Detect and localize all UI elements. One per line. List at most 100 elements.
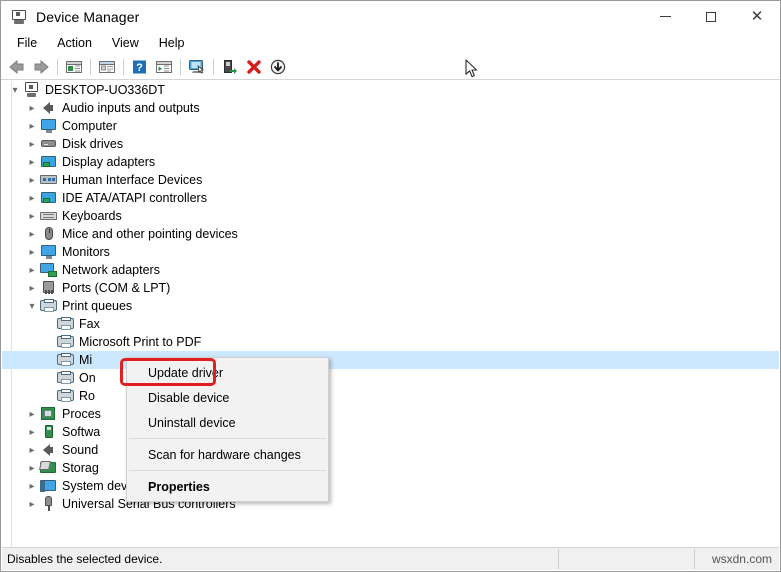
- minimize-icon: [659, 16, 671, 17]
- chevron-right-icon[interactable]: ▸: [24, 193, 40, 204]
- device-tree[interactable]: ▾ DESKTOP-UO336DT ▸ Audio inputs and out…: [2, 81, 779, 547]
- tree-item-selected-printer[interactable]: Mi: [2, 351, 779, 369]
- device-manager-icon: [10, 8, 28, 26]
- printer-icon: [57, 370, 75, 386]
- tree-item-ports-com-and-lpt[interactable]: ▸ Ports (COM & LPT): [2, 279, 779, 297]
- chevron-right-icon[interactable]: ▸: [24, 409, 40, 420]
- tree-item-system-devices[interactable]: ▸ System devices: [2, 477, 779, 495]
- context-menu-item-properties[interactable]: Properties: [127, 474, 328, 499]
- close-button[interactable]: ✕: [734, 1, 780, 32]
- menu-help[interactable]: Help: [149, 33, 195, 53]
- chevron-right-icon[interactable]: ▸: [24, 229, 40, 240]
- system-device-icon: [40, 478, 58, 494]
- tree-item-storage-controllers[interactable]: ▸ Storag: [2, 459, 779, 477]
- status-message: Disables the selected device.: [7, 552, 163, 566]
- context-menu-item-disable-device[interactable]: Disable device: [127, 385, 328, 410]
- tree-item-printer-on[interactable]: On: [2, 369, 779, 387]
- tree-item-label: Storag: [62, 461, 99, 475]
- chevron-down-icon[interactable]: ▾: [24, 301, 40, 312]
- toolbar-separator: [180, 58, 181, 75]
- tree-item-label: Sound: [62, 443, 99, 457]
- tree-item-label: Mice and other pointing devices: [62, 227, 238, 241]
- port-icon: [40, 280, 58, 296]
- tree-item-label: Softwa: [62, 425, 101, 439]
- chevron-down-icon[interactable]: ▾: [7, 85, 23, 96]
- tree-item-computer[interactable]: ▸ Computer: [2, 117, 779, 135]
- printer-icon: [57, 388, 75, 404]
- tree-item-audio-inputs-and-outputs[interactable]: ▸ Audio inputs and outputs: [2, 99, 779, 117]
- show-hide-console-tree-icon[interactable]: [62, 56, 86, 78]
- processor-icon: [40, 406, 58, 422]
- storage-icon: [40, 460, 58, 476]
- maximize-icon: [706, 11, 716, 22]
- tree-item-display-adapters[interactable]: ▸ Display adapters: [2, 153, 779, 171]
- hid-icon: [40, 172, 58, 188]
- menu-action[interactable]: Action: [47, 33, 102, 53]
- tree-item-root[interactable]: ▾ DESKTOP-UO336DT: [2, 81, 779, 99]
- maximize-button[interactable]: [688, 1, 734, 32]
- context-menu-item-scan-for-hardware-changes[interactable]: Scan for hardware changes: [127, 442, 328, 467]
- tree-item-print-queues[interactable]: ▾ Print queues: [2, 297, 779, 315]
- chevron-right-icon[interactable]: ▸: [24, 103, 40, 114]
- tree-item-universal-serial-bus-controllers[interactable]: ▸ Universal Serial Bus controllers: [2, 495, 779, 513]
- tree-item-monitors[interactable]: ▸ Monitors: [2, 243, 779, 261]
- context-menu-item-uninstall-device[interactable]: Uninstall device: [127, 410, 328, 435]
- chevron-right-icon[interactable]: ▸: [24, 499, 40, 510]
- tree-item-printer-ro[interactable]: Ro: [2, 387, 779, 405]
- speaker-icon: [40, 442, 58, 458]
- chevron-right-icon[interactable]: ▸: [24, 445, 40, 456]
- tree-item-label: Proces: [62, 407, 101, 421]
- chevron-right-icon[interactable]: ▸: [24, 265, 40, 276]
- chevron-right-icon[interactable]: ▸: [24, 247, 40, 258]
- tree-item-keyboards[interactable]: ▸ Keyboards: [2, 207, 779, 225]
- chevron-right-icon[interactable]: ▸: [24, 139, 40, 150]
- close-icon: ✕: [750, 7, 764, 25]
- context-menu-item-update-driver[interactable]: Update driver: [127, 360, 328, 385]
- chevron-right-icon[interactable]: ▸: [24, 157, 40, 168]
- uninstall-device-icon[interactable]: [242, 56, 266, 78]
- update-driver-toolbar-icon[interactable]: [152, 56, 176, 78]
- chevron-right-icon[interactable]: ▸: [24, 427, 40, 438]
- tree-item-network-adapters[interactable]: ▸ Network adapters: [2, 261, 779, 279]
- tree-item-human-interface-devices[interactable]: ▸ Human Interface Devices: [2, 171, 779, 189]
- status-bar: Disables the selected device. wsxdn.com: [2, 547, 779, 570]
- tree-item-label: Ro: [79, 389, 95, 403]
- tree-item-label: IDE ATA/ATAPI controllers: [62, 191, 207, 205]
- tree-item-sound-controllers[interactable]: ▸ Sound: [2, 441, 779, 459]
- chevron-right-icon[interactable]: ▸: [24, 463, 40, 474]
- menu-view[interactable]: View: [102, 33, 149, 53]
- tree-item-software-devices[interactable]: ▸ Softwa: [2, 423, 779, 441]
- chevron-right-icon[interactable]: ▸: [24, 283, 40, 294]
- back-icon[interactable]: [5, 56, 29, 78]
- tree-item-processors[interactable]: ▸ Proces: [2, 405, 779, 423]
- keyboard-icon: [40, 208, 58, 224]
- tree-item-fax[interactable]: Fax: [2, 315, 779, 333]
- toolbar-separator: [57, 58, 58, 75]
- help-icon[interactable]: ?: [128, 56, 152, 78]
- tree-item-label: Ports (COM & LPT): [62, 281, 171, 295]
- properties-icon[interactable]: [95, 56, 119, 78]
- minimize-button[interactable]: [642, 1, 688, 32]
- menu-file[interactable]: File: [7, 33, 47, 53]
- forward-icon[interactable]: [29, 56, 53, 78]
- printer-icon: [57, 334, 75, 350]
- disk-icon: [40, 136, 58, 152]
- tree-item-mice-and-other-pointing-devices[interactable]: ▸ Mice and other pointing devices: [2, 225, 779, 243]
- tree-item-microsoft-print-to-pdf[interactable]: Microsoft Print to PDF: [2, 333, 779, 351]
- tree-item-disk-drives[interactable]: ▸ Disk drives: [2, 135, 779, 153]
- chevron-right-icon[interactable]: ▸: [24, 211, 40, 222]
- chevron-right-icon[interactable]: ▸: [24, 175, 40, 186]
- printer-icon: [57, 316, 75, 332]
- context-menu[interactable]: Update driver Disable device Uninstall d…: [126, 357, 329, 502]
- tree-item-label: Audio inputs and outputs: [62, 101, 200, 115]
- disable-device-icon[interactable]: [266, 56, 290, 78]
- scan-hardware-changes-icon[interactable]: [185, 56, 209, 78]
- usb-icon: [40, 496, 58, 512]
- tree-item-label: Fax: [79, 317, 100, 331]
- tree-item-ide-ata-atapi-controllers[interactable]: ▸ IDE ATA/ATAPI controllers: [2, 189, 779, 207]
- status-divider: [558, 549, 559, 569]
- enable-device-icon[interactable]: [218, 56, 242, 78]
- chevron-right-icon[interactable]: ▸: [24, 121, 40, 132]
- chevron-right-icon[interactable]: ▸: [24, 481, 40, 492]
- tree-item-label: Microsoft Print to PDF: [79, 335, 202, 349]
